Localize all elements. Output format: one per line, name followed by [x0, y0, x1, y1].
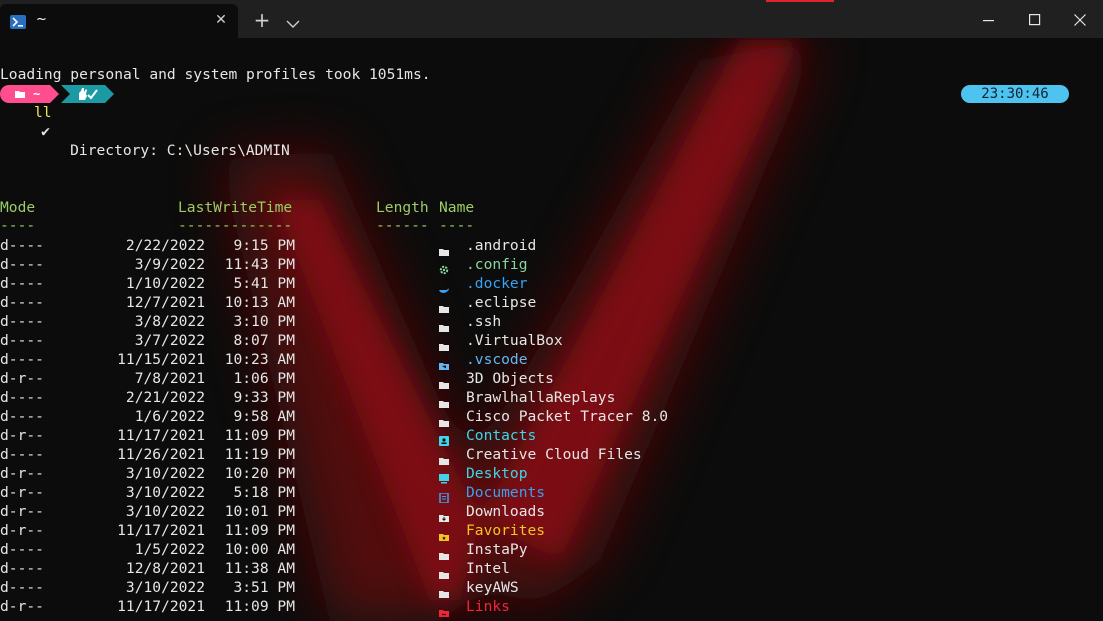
docker-icon — [439, 279, 449, 298]
entry-time: 9:58 AM — [233, 408, 295, 425]
folder-icon — [439, 583, 449, 602]
favorites-icon — [439, 526, 449, 545]
minimize-icon — [983, 20, 994, 22]
entry-name[interactable]: .ssh — [466, 312, 501, 331]
entry-time: 5:41 PM — [233, 275, 295, 292]
entry-name[interactable]: .vscode — [466, 350, 528, 369]
contacts-icon — [439, 431, 449, 450]
entry-time: 1:06 PM — [233, 370, 295, 387]
close-icon — [1074, 14, 1086, 26]
maximize-icon — [1029, 14, 1041, 26]
entry-time: 10:20 PM — [224, 465, 295, 482]
entry-time: 11:09 PM — [224, 598, 295, 615]
check-icon: ✔ — [41, 123, 50, 140]
entry-name[interactable]: Creative Cloud Files — [466, 445, 642, 464]
entry-name[interactable]: InstaPy — [466, 540, 528, 559]
header-name-underline: ---- — [439, 217, 475, 234]
links-icon — [439, 602, 449, 621]
accent-glow — [766, 0, 834, 2]
entry-time: 5:18 PM — [233, 484, 295, 501]
folder-icon — [439, 241, 449, 260]
new-tab-button[interactable]: + — [250, 8, 274, 32]
entry-time: 10:23 AM — [224, 351, 295, 368]
entry-name[interactable]: Links — [466, 597, 510, 616]
desktop-icon — [439, 469, 449, 488]
folder-icon — [439, 564, 449, 583]
entry-name[interactable]: Cisco Packet Tracer 8.0 — [466, 407, 668, 426]
entry-name[interactable]: Downloads — [466, 502, 545, 521]
entry-name[interactable]: 3D Objects — [466, 369, 554, 388]
header-name: Name — [439, 199, 475, 216]
hand-check-icon — [79, 88, 98, 100]
header-mode: Mode — [0, 199, 36, 216]
minimize-button[interactable] — [966, 0, 1012, 38]
entry-name[interactable]: Desktop — [466, 464, 528, 483]
entry-time: 10:01 PM — [224, 503, 295, 520]
header-length: Length — [376, 199, 429, 216]
entry-time: 11:09 PM — [224, 522, 295, 539]
entry-name[interactable]: Contacts — [466, 426, 536, 445]
powershell-icon — [10, 14, 26, 29]
entry-time: 10:00 AM — [224, 541, 295, 558]
prompt-path-segment — [0, 85, 50, 103]
entry-name[interactable]: .config — [466, 255, 528, 274]
header-length-underline: ------ — [376, 217, 429, 234]
vscode-folder-icon — [439, 355, 449, 374]
entry-time: 3:51 PM — [233, 579, 295, 596]
header-lastwritetime-underline: ------------- — [178, 217, 293, 234]
tab-title: ~ — [36, 12, 47, 27]
header-mode-underline: ---- — [0, 217, 36, 234]
directory-label: Directory: C:\Users\ADMIN — [35, 142, 290, 159]
folder-icon — [439, 450, 449, 469]
entry-name[interactable]: .eclipse — [466, 293, 536, 312]
downloads-icon — [439, 507, 449, 526]
folder-icon — [439, 545, 449, 564]
folder-icon — [439, 336, 449, 355]
prompt-separator — [105, 85, 114, 103]
terminal-tab[interactable]: ~ ✕ — [0, 4, 238, 38]
prompt-clock: 23:30:46 — [961, 85, 1069, 103]
terminal-output[interactable]: Loading personal and system profiles too… — [0, 38, 1103, 621]
entry-name[interactable]: BrawlhallaReplays — [466, 388, 615, 407]
entry-time: 11:19 PM — [224, 446, 295, 463]
close-tab-icon[interactable]: ✕ — [212, 11, 230, 29]
entry-time: 8:07 PM — [233, 332, 295, 349]
entry-time: 9:33 PM — [233, 389, 295, 406]
entry-time: 3:10 PM — [233, 313, 295, 330]
prompt-separator — [61, 85, 70, 103]
loading-message: Loading personal and system profiles too… — [0, 66, 431, 83]
entry-name[interactable]: Documents — [466, 483, 545, 502]
header-lastwritetime: LastWriteTime — [178, 199, 293, 216]
entry-time: 11:38 AM — [224, 560, 295, 577]
folder-icon — [439, 412, 449, 431]
folder-icon — [439, 317, 449, 336]
entry-time: 9:15 PM — [233, 237, 295, 254]
close-window-button[interactable] — [1057, 0, 1103, 38]
entry-time: 11:43 PM — [224, 256, 295, 273]
title-bar: ~ ✕ + — [0, 0, 1103, 38]
folder-icon — [439, 374, 449, 393]
folder-icon — [15, 91, 25, 98]
maximize-button[interactable] — [1012, 0, 1058, 38]
folder-icon — [439, 393, 449, 412]
prompt-path: ~ — [33, 87, 41, 101]
entry-name[interactable]: .docker — [466, 274, 528, 293]
command-text: ll — [34, 104, 52, 121]
entry-name[interactable]: keyAWS — [466, 578, 519, 597]
chevron-down-icon[interactable] — [286, 14, 300, 28]
entry-time: 10:13 AM — [224, 294, 295, 311]
entry-name[interactable]: .android — [466, 236, 536, 255]
prompt-separator — [50, 85, 59, 103]
folder-icon — [439, 298, 449, 317]
entry-name[interactable]: .VirtualBox — [466, 331, 563, 350]
entry-time: 11:09 PM — [224, 427, 295, 444]
entry-name[interactable]: Intel — [466, 559, 510, 578]
gear-icon — [439, 260, 449, 279]
entry-name[interactable]: Favorites — [466, 521, 545, 540]
documents-icon — [439, 488, 449, 507]
